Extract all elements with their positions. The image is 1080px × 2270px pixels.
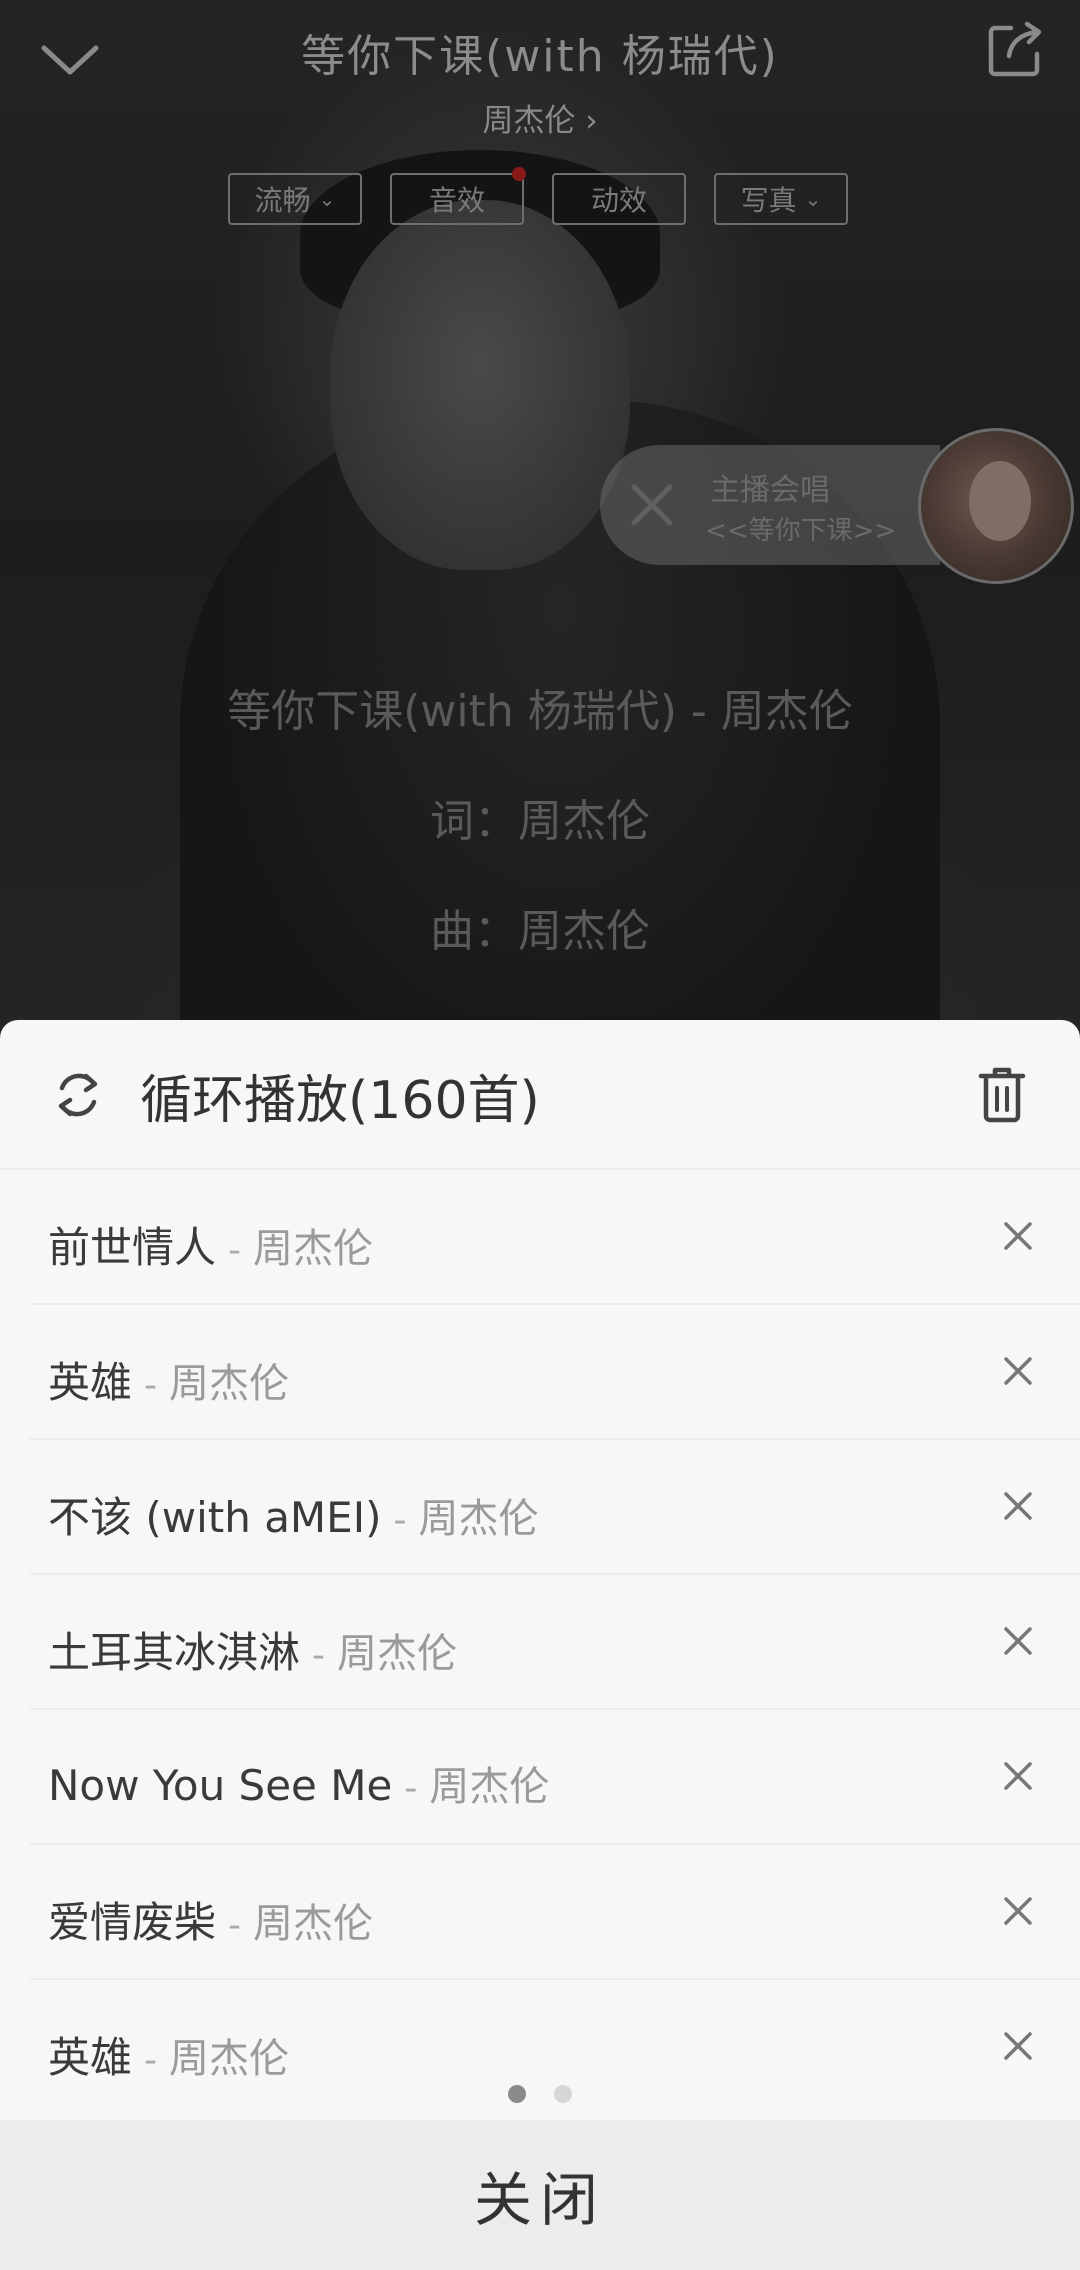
song-entry: Now You See Me - 周杰伦	[48, 1754, 549, 1812]
song-artist: 周杰伦	[337, 1631, 458, 1677]
list-item[interactable]: 英雄 - 周杰伦	[0, 1305, 1080, 1440]
page-dot-active	[508, 2085, 526, 2103]
song-title: 英雄	[48, 1358, 133, 1407]
song-artist: 周杰伦	[418, 1496, 539, 1542]
close-button[interactable]: 关闭	[0, 2120, 1080, 2270]
artist-arrow-icon: ›	[585, 103, 598, 139]
remove-song-icon[interactable]	[1000, 2028, 1036, 2064]
share-icon[interactable]	[985, 20, 1045, 80]
song-artist: 周杰伦	[169, 1361, 290, 1407]
playlist-sheet: 循环播放(160首) 前世情人 - 周杰伦 英雄 - 周杰伦 不该 (with …	[0, 1020, 1080, 2270]
song-artist: 周杰伦	[169, 2036, 290, 2082]
new-badge-dot	[512, 167, 526, 181]
song-entry: 英雄 - 周杰伦	[48, 1349, 289, 1410]
host-avatar-face	[969, 461, 1031, 541]
song-artist: 周杰伦	[253, 1226, 374, 1272]
host-sing-song: <<等你下课>>	[705, 516, 897, 546]
separator: -	[312, 1635, 326, 1676]
lyric-line: 等你下课(with 杨瑞代) - 周杰伦	[227, 686, 853, 737]
song-entry: 前世情人 - 周杰伦	[48, 1214, 373, 1275]
host-sing-banner[interactable]: 主播会唱 <<等你下课>>	[600, 445, 940, 565]
list-item[interactable]: 土耳其冰淇淋 - 周杰伦	[0, 1575, 1080, 1710]
separator: -	[393, 1500, 407, 1541]
play-mode-label[interactable]: 循环播放(160首)	[140, 1058, 540, 1133]
close-icon[interactable]	[620, 473, 684, 537]
separator: -	[228, 1230, 242, 1271]
host-sing-title: 主播会唱	[710, 473, 830, 508]
player-background: 等你下课(with 杨瑞代) 周杰伦 › 流畅 ⌄ 音效 动效 写真 ⌄ 主播会…	[0, 0, 1080, 1120]
lyric-line: 词：周杰伦	[430, 796, 650, 847]
separator: -	[144, 2040, 158, 2081]
separator: -	[144, 1365, 158, 1406]
song-title: 爱情废柴	[48, 1898, 217, 1947]
chip-animation[interactable]: 动效	[552, 173, 686, 225]
song-entry: 不该 (with aMEI) - 周杰伦	[48, 1484, 538, 1545]
song-title: 前世情人	[48, 1223, 217, 1272]
song-entry: 土耳其冰淇淋 - 周杰伦	[48, 1619, 457, 1680]
page-indicator	[0, 2085, 1080, 2105]
remove-song-icon[interactable]	[1000, 1218, 1036, 1254]
collapse-chevron-icon[interactable]	[38, 30, 102, 90]
artist-photo-face	[330, 200, 630, 570]
playlist-header: 循环播放(160首)	[0, 1020, 1080, 1170]
player-top-bar: 等你下课(with 杨瑞代) 周杰伦 ›	[0, 0, 1080, 140]
list-item[interactable]: 爱情废柴 - 周杰伦	[0, 1845, 1080, 1980]
chip-sound-effect-label: 音效	[428, 184, 485, 217]
page-dot	[554, 2085, 572, 2103]
separator: -	[404, 1768, 418, 1809]
song-artist: 周杰伦	[429, 1764, 550, 1810]
trash-icon[interactable]	[978, 1064, 1026, 1124]
song-entry: 英雄 - 周杰伦	[48, 2024, 289, 2085]
remove-song-icon[interactable]	[1000, 1893, 1036, 1929]
chip-quality[interactable]: 流畅 ⌄	[228, 173, 362, 225]
song-title: 不该 (with aMEI)	[48, 1493, 382, 1542]
chip-photo-label: 写真	[740, 184, 797, 217]
chevron-down-icon: ⌄	[318, 187, 336, 211]
chip-animation-label: 动效	[590, 184, 647, 217]
screen: 等你下课(with 杨瑞代) 周杰伦 › 流畅 ⌄ 音效 动效 写真 ⌄ 主播会…	[0, 0, 1080, 2270]
chevron-down-icon: ⌄	[804, 187, 822, 211]
chip-sound-effect[interactable]: 音效	[390, 167, 526, 225]
song-title: Now You See Me	[48, 1761, 393, 1810]
song-artist-link[interactable]: 周杰伦 ›	[390, 95, 690, 140]
song-title: 土耳其冰淇淋	[48, 1628, 301, 1677]
list-item[interactable]: Now You See Me - 周杰伦	[0, 1710, 1080, 1845]
remove-song-icon[interactable]	[1000, 1758, 1036, 1794]
list-item[interactable]: 不该 (with aMEI) - 周杰伦	[0, 1440, 1080, 1575]
chip-photo[interactable]: 写真 ⌄	[714, 173, 848, 225]
loop-mode-icon[interactable]	[50, 1070, 106, 1120]
song-title: 英雄	[48, 2033, 133, 2082]
song-title: 等你下课(with 杨瑞代)	[301, 31, 779, 82]
chip-quality-label: 流畅	[254, 184, 311, 217]
song-entry: 爱情废柴 - 周杰伦	[48, 1889, 373, 1950]
song-artist: 周杰伦	[253, 1901, 374, 1947]
list-item[interactable]: 前世情人 - 周杰伦	[0, 1170, 1080, 1305]
remove-song-icon[interactable]	[1000, 1353, 1036, 1389]
remove-song-icon[interactable]	[1000, 1488, 1036, 1524]
host-avatar[interactable]	[918, 428, 1074, 584]
separator: -	[228, 1905, 242, 1946]
song-artist: 周杰伦	[482, 103, 576, 139]
lyric-line: 曲：周杰伦	[430, 906, 650, 957]
remove-song-icon[interactable]	[1000, 1623, 1036, 1659]
